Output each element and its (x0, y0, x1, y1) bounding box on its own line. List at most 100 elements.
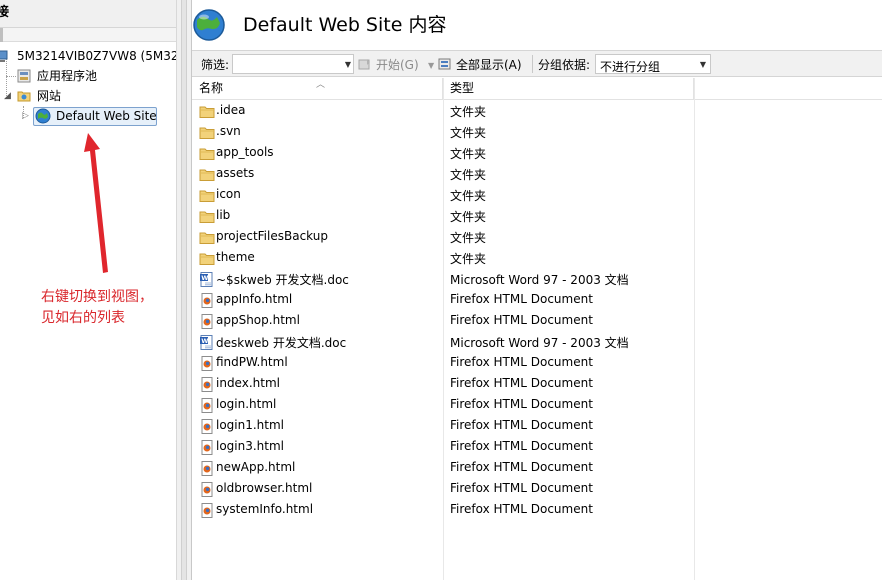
svg-text:W: W (201, 337, 208, 345)
list-item[interactable]: appInfo.html Firefox HTML Document (192, 290, 882, 311)
list-item[interactable]: app_tools 文件夹 (192, 143, 882, 164)
file-name: lib (216, 208, 231, 222)
list-item[interactable]: login3.html Firefox HTML Document (192, 437, 882, 458)
file-type: Firefox HTML Document (450, 460, 593, 474)
list-item[interactable]: login.html Firefox HTML Document (192, 395, 882, 416)
file-type: 文件夹 (450, 168, 487, 182)
sort-ascending-icon: ︿ (316, 80, 326, 90)
html-file-icon (201, 419, 213, 434)
toolbar-separator (0, 28, 3, 42)
tree-line (6, 76, 16, 77)
list-item[interactable]: index.html Firefox HTML Document (192, 374, 882, 395)
file-type: Firefox HTML Document (450, 502, 593, 516)
globe-icon (193, 9, 225, 41)
group-by-label: 分组依据: (538, 58, 591, 72)
file-name: appShop.html (216, 313, 300, 327)
word-doc-icon: W (200, 335, 213, 350)
list-item[interactable]: lib 文件夹 (192, 206, 882, 227)
start-button[interactable]: 开始(G) (376, 56, 419, 73)
file-name: login.html (216, 397, 277, 411)
list-item[interactable]: icon 文件夹 (192, 185, 882, 206)
file-type: 文件夹 (450, 231, 487, 245)
file-type: 文件夹 (450, 189, 487, 203)
collapse-icon[interactable]: ◢ (4, 86, 11, 106)
list-item[interactable]: projectFilesBackup 文件夹 (192, 227, 882, 248)
html-file-icon (201, 461, 213, 476)
file-name: ~$skweb 开发文档.doc (216, 273, 349, 287)
expand-icon[interactable]: ▷ (22, 106, 29, 126)
folder-icon (199, 127, 215, 139)
folder-icon (199, 190, 215, 202)
file-type: 文件夹 (450, 126, 487, 140)
svg-text:W: W (201, 274, 208, 282)
html-file-icon (201, 293, 213, 308)
file-name: login3.html (216, 439, 285, 453)
list-item[interactable]: theme 文件夹 (192, 248, 882, 269)
word-doc-icon: W (200, 272, 213, 287)
file-name: appInfo.html (216, 292, 293, 306)
globe-icon (35, 108, 51, 124)
connections-toolbar (0, 28, 176, 42)
folder-icon (199, 232, 215, 244)
tree-item-label: 网站 (37, 89, 62, 103)
toolbar-separator (532, 55, 533, 73)
chevron-down-icon[interactable]: ▼ (700, 60, 706, 69)
sites-folder-icon (17, 91, 31, 102)
chevron-down-icon[interactable]: ▼ (428, 61, 434, 70)
list-item[interactable]: findPW.html Firefox HTML Document (192, 353, 882, 374)
file-type: Firefox HTML Document (450, 355, 593, 369)
server-icon (0, 50, 8, 62)
html-file-icon (201, 440, 213, 455)
group-by-select[interactable]: 不进行分组 ▼ (595, 54, 711, 74)
column-header-label: 名称 (199, 81, 224, 95)
start-icon (358, 59, 370, 70)
file-type: Firefox HTML Document (450, 376, 593, 390)
list-item[interactable]: Wdeskweb 开发文档.doc Microsoft Word 97 - 200… (192, 332, 882, 353)
file-name: deskweb 开发文档.doc (216, 336, 347, 350)
html-file-icon (201, 356, 213, 371)
tree-item-label: 5M3214VIB0Z7VW8 (5M3214VIB0Z7VW8\Adminis… (17, 49, 176, 63)
file-name: findPW.html (216, 355, 288, 369)
html-file-icon (201, 377, 213, 392)
file-type: 文件夹 (450, 252, 487, 266)
list-item[interactable]: .idea 文件夹 (192, 101, 882, 122)
group-by-value: 不进行分组 (600, 60, 661, 74)
filter-input[interactable]: ▼ (232, 54, 354, 74)
list-item[interactable]: login1.html Firefox HTML Document (192, 416, 882, 437)
list-item[interactable]: systemInfo.html Firefox HTML Document (192, 500, 882, 521)
list-item[interactable]: assets 文件夹 (192, 164, 882, 185)
list-item[interactable]: newApp.html Firefox HTML Document (192, 458, 882, 479)
file-name: .svn (216, 124, 241, 138)
connections-header: 接 (0, 0, 176, 28)
list-header: ︿ 名称 类型 (192, 78, 882, 100)
show-all-button[interactable]: 全部显示(A) (456, 56, 522, 73)
file-type: 文件夹 (450, 210, 487, 224)
splitter-grip (181, 0, 187, 580)
list-item[interactable]: oldbrowser.html Firefox HTML Document (192, 479, 882, 500)
connections-header-label: 接 (0, 5, 10, 20)
file-type: Firefox HTML Document (450, 292, 593, 306)
filter-toolbar: 筛选: ▼ 开始(G) ▼ 全部显示(A) 分组依据: 不进行分组 ▼ (192, 50, 882, 77)
connections-panel: 接 5M3214VIB0Z7VW8 (5M3214VIB0Z7VW8\Admin… (0, 0, 176, 580)
list-item[interactable]: W ~$skweb 开发文档.doc Microsoft Word 97 - 200… (192, 269, 882, 290)
annotation-note: 右键切换到视图， 见如右的列表 (41, 287, 171, 329)
list-item[interactable]: .svn 文件夹 (192, 122, 882, 143)
content-view: Default Web Site 内容 筛选: ▼ 开始(G) ▼ 全部显示(A… (192, 0, 882, 580)
file-type: Firefox HTML Document (450, 313, 593, 327)
chevron-down-icon[interactable]: ▼ (345, 60, 351, 69)
file-type: 文件夹 (450, 105, 487, 119)
file-type: 文件夹 (450, 147, 487, 161)
file-name: oldbrowser.html (216, 481, 313, 495)
app-pool-icon (17, 69, 31, 83)
column-header-name[interactable]: ︿ 名称 (192, 78, 443, 100)
column-header-type[interactable]: 类型 (443, 78, 694, 100)
list-item[interactable]: appShop.html Firefox HTML Document (192, 311, 882, 332)
html-file-icon (201, 503, 213, 518)
file-type: Microsoft Word 97 - 2003 文档 (450, 336, 629, 350)
file-name: theme (216, 250, 255, 264)
file-name: systemInfo.html (216, 502, 314, 516)
tree-item-label: Default Web Site (56, 109, 157, 123)
pane-splitter[interactable] (176, 0, 192, 580)
html-file-icon (201, 398, 213, 413)
folder-icon (199, 211, 215, 223)
